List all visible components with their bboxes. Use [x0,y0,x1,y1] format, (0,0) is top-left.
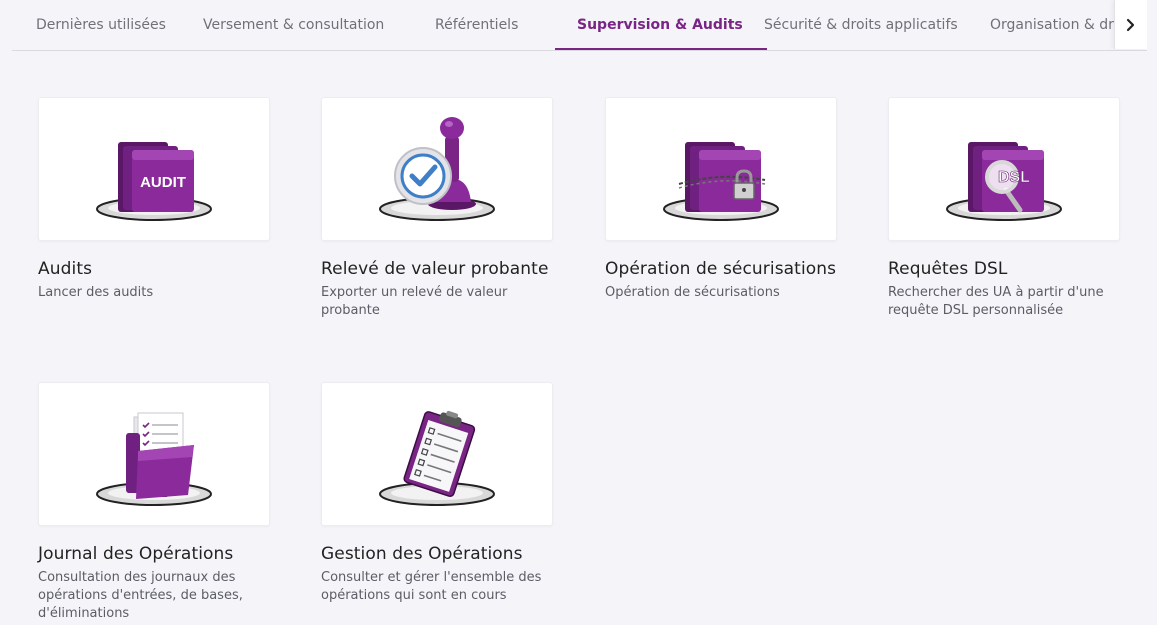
tile-securisations-title[interactable]: Opération de sécurisations [605,259,837,279]
tile-dsl-card[interactable]: DSL [888,97,1120,241]
tile-journal-description: Consultation des journaux des opérations… [38,570,243,621]
clipboard-icon [379,410,495,506]
stamp-check-icon [379,117,495,221]
tab-referentiels[interactable]: Référentiels [435,0,518,49]
tile-releve-title[interactable]: Relevé de valeur probante [321,259,553,279]
tile-audits-title[interactable]: Audits [38,259,270,279]
tile-releve-description: Exporter un relevé de valeur probante [321,285,508,318]
tab-supervision-audits[interactable]: Supervision & Audits [555,0,767,50]
tile-releve-valeur-probante: Relevé de valeur probante Exporter un re… [321,97,553,320]
tile-audits: AUDIT Audits Lancer des audits [38,97,270,302]
tile-operation-securisations: Opération de sécurisations Opération de … [605,97,837,302]
audit-folder-icon: AUDIT [96,142,212,221]
tile-journal-title[interactable]: Journal des Opérations [38,544,270,564]
tabs-scroll-right-button[interactable] [1114,0,1147,49]
svg-text:DSL: DSL [998,169,1030,186]
tile-gestion-operations: Gestion des Opérations Consulter et gére… [321,382,553,605]
tile-requetes-dsl: DSL Requêtes DSL Rechercher des UA à par… [888,97,1120,320]
tab-dernieres-utilisees[interactable]: Dernières utilisées [36,0,166,49]
locked-folder-icon [663,142,779,221]
tile-releve-card[interactable] [321,97,553,241]
tile-journal-operations: Journal des Opérations Consultation des … [38,382,270,623]
tile-gestion-title[interactable]: Gestion des Opérations [321,544,553,564]
tile-securisations-card[interactable] [605,97,837,241]
tab-versement-consultation[interactable]: Versement & consultation [203,0,384,49]
tile-gestion-description: Consulter et gérer l'ensemble des opérat… [321,570,542,603]
tile-audits-description: Lancer des audits [38,285,154,300]
tab-securite-droits[interactable]: Sécurité & droits applicatifs [764,0,958,49]
dsl-folder-icon: DSL [946,142,1062,221]
chevron-right-icon [1126,18,1135,31]
tab-bar: Dernières utilisées Versement & consulta… [12,0,1147,51]
tile-journal-card[interactable] [38,382,270,526]
tile-dsl-title[interactable]: Requêtes DSL [888,259,1120,279]
tile-securisations-description: Opération de sécurisations [605,285,780,300]
journal-folder-icon [96,412,212,506]
svg-text:AUDIT: AUDIT [140,174,186,191]
tile-dsl-description: Rechercher des UA à partir d'une requête… [888,285,1104,318]
tile-gestion-card[interactable] [321,382,553,526]
tile-audits-card[interactable]: AUDIT [38,97,270,241]
